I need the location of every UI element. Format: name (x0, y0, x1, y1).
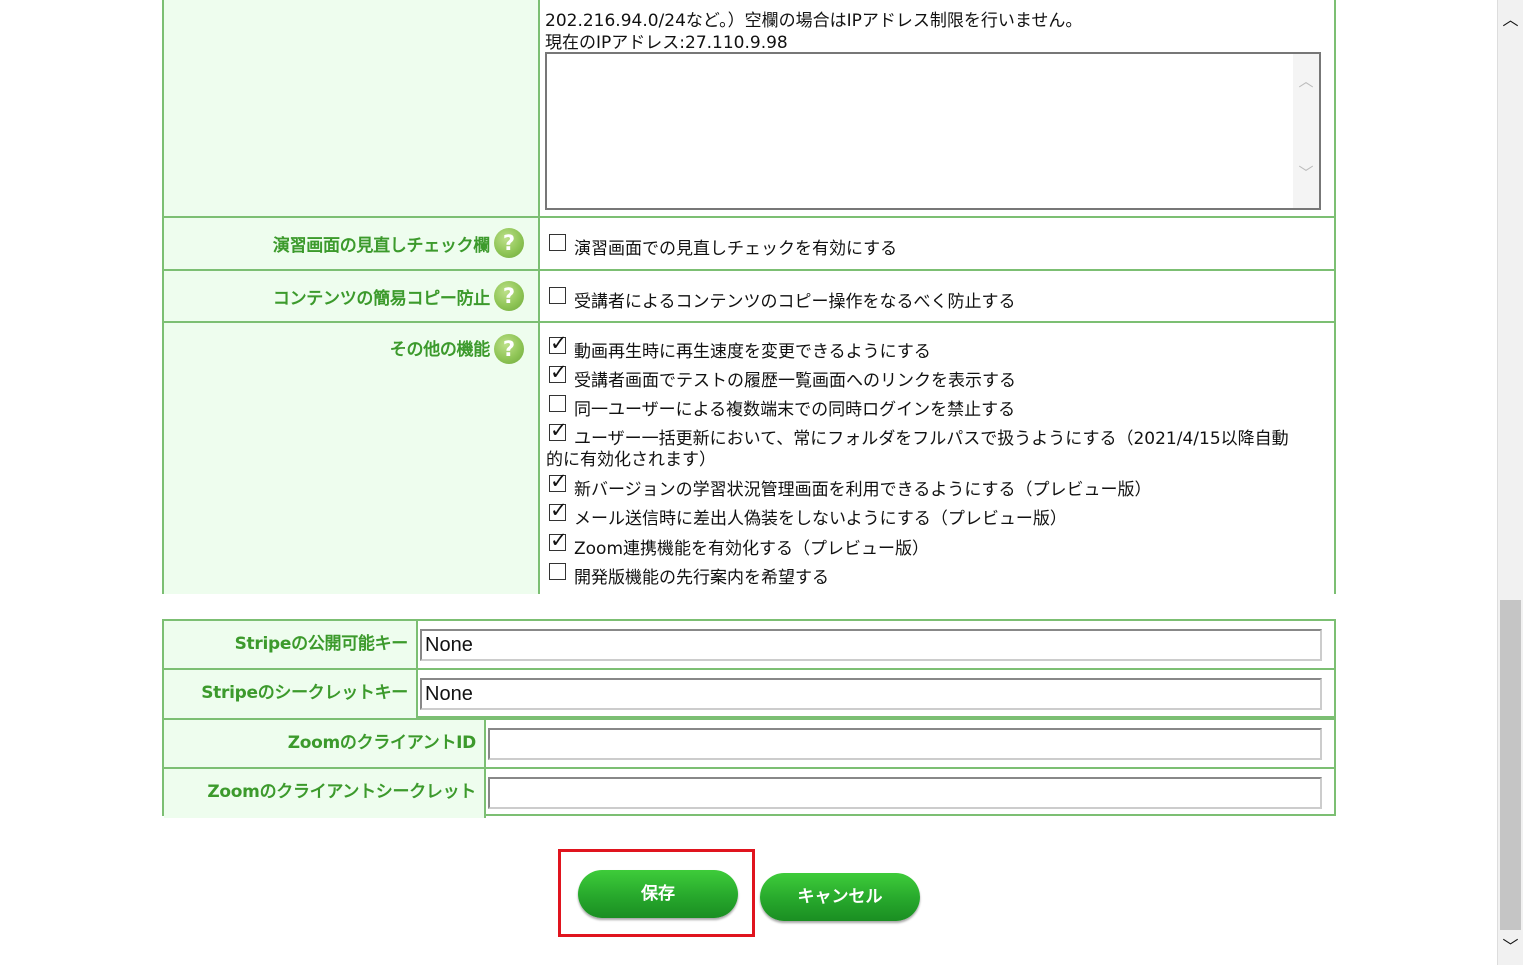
stripe-public-key-label: Stripeの公開可能キー (234, 634, 409, 654)
review-check-row: 演習画面の見直しチェック欄 ? 演習画面での見直しチェックを有効にする (164, 218, 1334, 271)
other-features-label: その他の機能 (389, 340, 491, 360)
zoom-client-id-label: ZoomのクライアントID (287, 733, 477, 753)
cancel-button[interactable]: キャンセル (760, 873, 920, 921)
zoom-keys-table: ZoomのクライアントID Zoomのクライアントシークレット (162, 718, 1336, 818)
ip-restriction-label-cell (164, 0, 540, 216)
settings-table: 202.216.94.0/24など。）空欄の場合はIPアドレス制限を行いません。… (162, 0, 1336, 594)
current-ip: 現在のIPアドレス:27.110.9.98 (545, 33, 788, 53)
save-button[interactable]: 保存 (578, 870, 738, 918)
settings-page: 202.216.94.0/24など。）空欄の場合はIPアドレス制限を行いません。… (0, 0, 1497, 965)
textarea-scrollbar[interactable]: ︿ ﹀ (1293, 54, 1319, 208)
feature-checkbox-playback-speed[interactable] (549, 331, 568, 355)
stripe-public-key-row: Stripeの公開可能キー None (164, 621, 1334, 670)
zoom-client-id-input[interactable] (488, 728, 1322, 760)
copy-prevention-row: コンテンツの簡易コピー防止 ? 受講者によるコンテンツのコピー操作をなるべく防止… (164, 271, 1334, 323)
feature-checkbox-test-history-link[interactable] (549, 360, 568, 384)
feature-checkbox-zoom-integration[interactable] (549, 528, 568, 552)
other-features-row: その他の機能 ? 動画再生時に再生速度を変更できるようにする 受講者画面でテスト… (164, 323, 1334, 594)
zoom-client-secret-input[interactable] (488, 777, 1322, 809)
ip-address-textarea[interactable]: ︿ ﹀ (545, 52, 1321, 210)
help-question-icon[interactable]: ? (494, 281, 524, 311)
chevron-up-icon[interactable]: ︿ (1498, 6, 1523, 30)
page-scrollbar[interactable]: ︿ ﹀ (1497, 0, 1523, 965)
copy-prevention-label-cell: コンテンツの簡易コピー防止 ? (164, 271, 540, 321)
scrollbar-thumb[interactable] (1500, 600, 1521, 930)
copy-prevention-value-cell: 受講者によるコンテンツのコピー操作をなるべく防止する (540, 271, 1334, 321)
feature-checkbox-new-progress-screen[interactable] (549, 469, 568, 493)
chevron-up-icon[interactable]: ︿ (1293, 70, 1319, 91)
zoom-client-secret-label-cell: Zoomのクライアントシークレット (164, 769, 486, 818)
zoom-client-secret-label: Zoomのクライアントシークレット (207, 782, 476, 802)
stripe-secret-key-input[interactable]: None (420, 678, 1322, 710)
stripe-secret-key-row: Stripeのシークレットキー None (164, 670, 1334, 719)
help-question-icon[interactable]: ? (494, 228, 524, 258)
feature-option-full-path-folders-cont: 的に有効化されます） (546, 450, 716, 470)
ip-restriction-row: 202.216.94.0/24など。）空欄の場合はIPアドレス制限を行いません。… (164, 0, 1334, 218)
ip-restriction-value-cell: 202.216.94.0/24など。）空欄の場合はIPアドレス制限を行いません。… (540, 0, 1334, 216)
stripe-secret-key-label-cell: Stripeのシークレットキー (164, 670, 418, 719)
stripe-public-key-label-cell: Stripeの公開可能キー (164, 621, 418, 668)
zoom-client-id-label-cell: ZoomのクライアントID (164, 720, 486, 767)
stripe-public-key-input[interactable]: None (420, 629, 1322, 661)
feature-checkbox-dev-preview[interactable] (549, 563, 566, 580)
zoom-client-id-row: ZoomのクライアントID (164, 720, 1334, 769)
copy-prevention-checkbox[interactable] (549, 287, 566, 304)
stripe-keys-table: Stripeの公開可能キー None Stripeのシークレットキー None (162, 619, 1336, 719)
other-features-value-cell: 動画再生時に再生速度を変更できるようにする 受講者画面でテストの履歴一覧画面への… (540, 323, 1334, 594)
chevron-down-icon[interactable]: ﹀ (1293, 162, 1319, 183)
feature-checkbox-full-path-folders[interactable] (549, 418, 568, 442)
help-question-icon[interactable]: ? (494, 334, 524, 364)
review-check-value-cell: 演習画面での見直しチェックを有効にする (540, 218, 1334, 269)
review-check-label: 演習画面の見直しチェック欄 (272, 236, 490, 256)
review-check-label-cell: 演習画面の見直しチェック欄 ? (164, 218, 540, 269)
feature-checkbox-concurrent-login[interactable] (549, 395, 566, 412)
other-features-label-cell: その他の機能 ? (164, 323, 540, 594)
chevron-down-icon[interactable]: ﹀ (1498, 933, 1523, 957)
stripe-secret-key-label: Stripeのシークレットキー (201, 683, 408, 703)
review-check-checkbox[interactable] (549, 234, 566, 251)
zoom-client-secret-row: Zoomのクライアントシークレット (164, 769, 1334, 818)
copy-prevention-label: コンテンツの簡易コピー防止 (272, 289, 490, 309)
feature-checkbox-no-sender-spoofing[interactable] (549, 498, 568, 522)
